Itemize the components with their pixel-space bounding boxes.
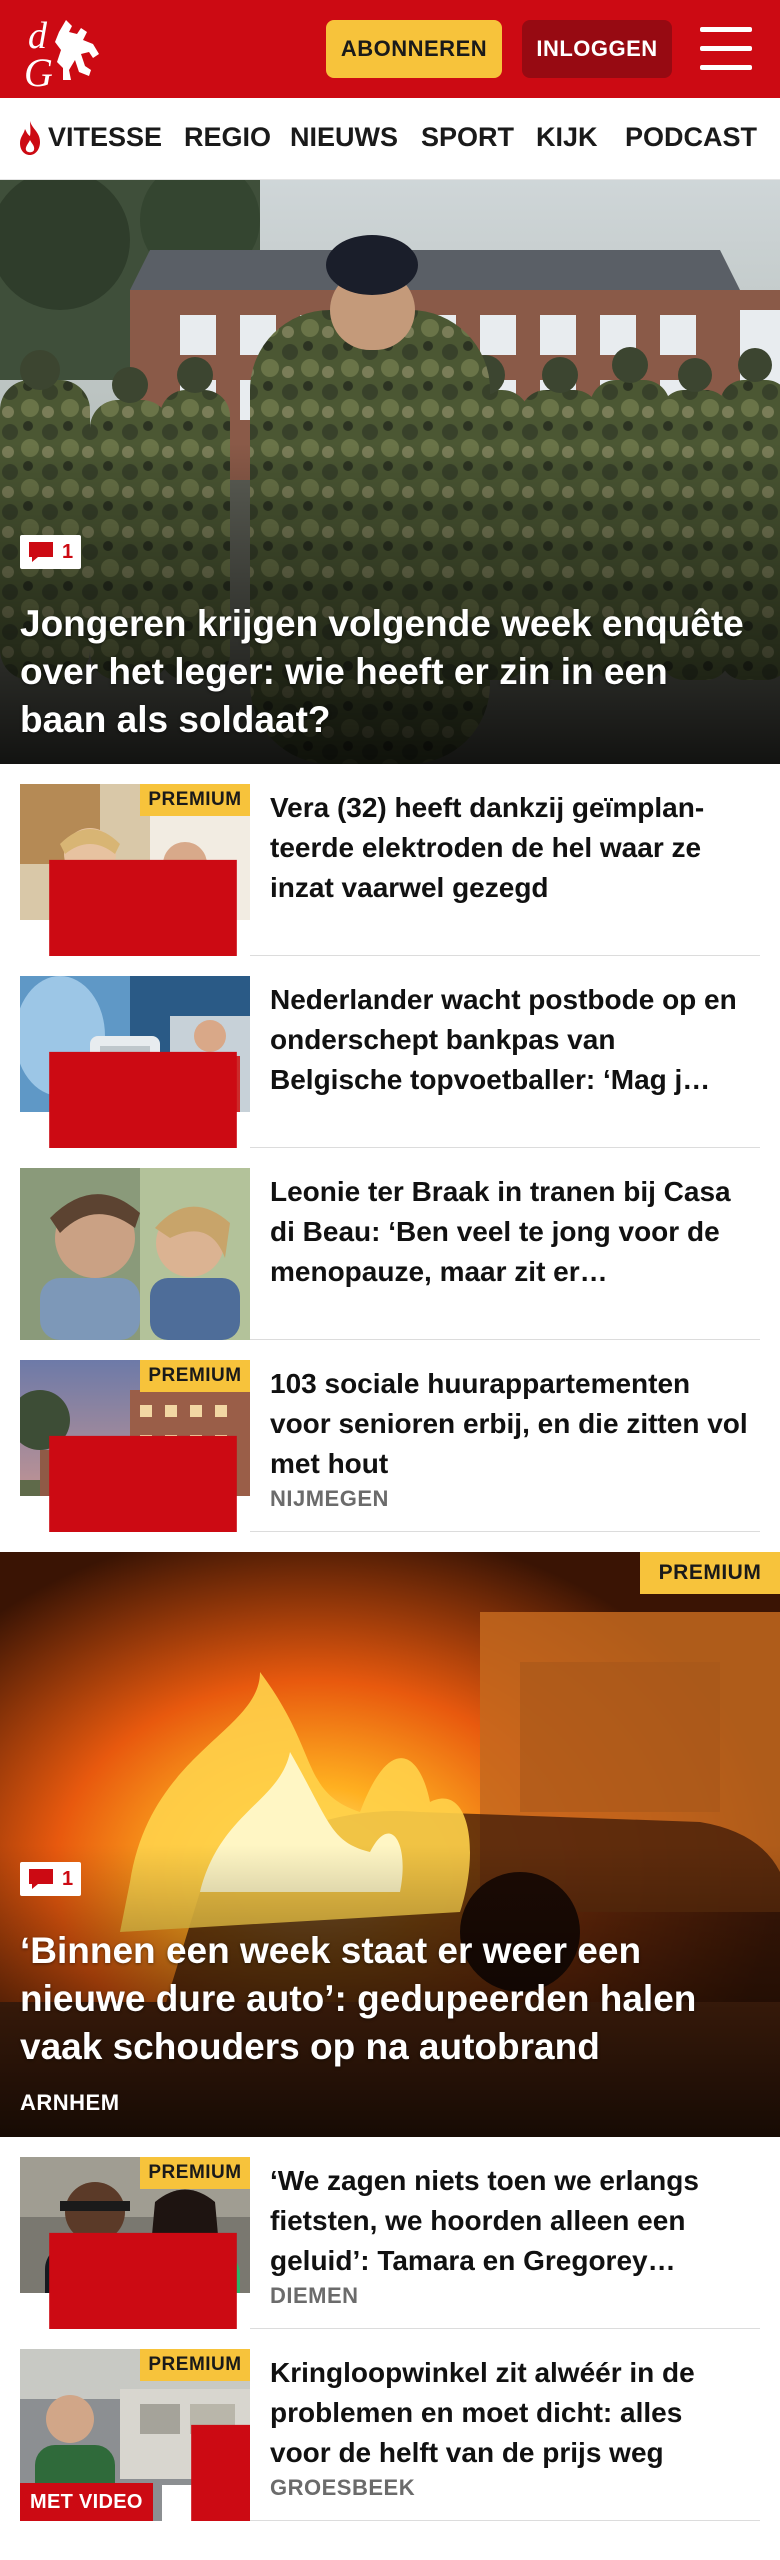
comment-icon [49, 1051, 237, 1148]
article-region: ARNHEM [20, 2090, 120, 2115]
premium-badge: PREMIUM [140, 1360, 250, 1392]
article-headline[interactable]: ‘We zagen niets toen we erlangs fietsten… [270, 2161, 750, 2281]
premium-badge: PREMIUM [140, 2157, 250, 2189]
article-headline[interactable]: Leonie ter Braak in tranen bij Casa di B… [270, 1172, 750, 1292]
list-item[interactable]: PREMIUM Vera (32) heeft dankzij geïmplan… [20, 784, 760, 956]
article-headline[interactable]: 103 sociale huurappartementen voor senio… [270, 1364, 750, 1484]
article-thumbnail [20, 1168, 250, 1340]
article-region: GROESBEEK [270, 2475, 416, 2500]
list-item[interactable]: PREMIUM MET VIDEO 1 Kringloopwinkel zit … [20, 2349, 760, 2521]
article-headline[interactable]: Vera (32) heeft dankzij geïmplan­teerde … [270, 788, 750, 908]
list-item[interactable]: 1 Nederlander wacht postbode op en onder… [20, 976, 760, 1148]
comment-count: 1 [62, 540, 74, 563]
nav-item-kijk[interactable]: KIJK [536, 122, 598, 153]
hero-headline[interactable]: Jongeren krijgen volgende week enquête o… [20, 600, 760, 744]
article-region: NIJMEGEN [270, 1486, 389, 1511]
comment-icon [29, 542, 53, 562]
subscribe-button[interactable]: ABONNEREN [326, 20, 502, 78]
video-badge[interactable]: MET VIDEO [20, 2483, 153, 2521]
nav-item-podcast[interactable]: PODCAST [625, 122, 757, 153]
comment-icon [49, 2232, 237, 2329]
comment-count-badge[interactable]: 1 [20, 1862, 82, 1896]
article-thumbnail: PREMIUM [20, 2157, 250, 2329]
svg-text:G: G [24, 50, 53, 90]
section-nav: VITESSE REGIO NIEUWS SPORT KIJK PODCAST [0, 98, 780, 180]
hero-article-army[interactable]: 1 Jongeren krijgen volgende week enquête… [0, 180, 780, 764]
article-headline[interactable]: Nederlander wacht postbode op en ondersc… [270, 980, 750, 1100]
article-thumbnail: PREMIUM MET VIDEO 1 [20, 2349, 250, 2521]
comment-icon [49, 859, 237, 956]
comment-count-badge[interactable]: 1 [20, 1051, 250, 1148]
comment-icon [49, 1435, 237, 1532]
comment-icon [29, 1869, 53, 1889]
list-item[interactable]: PREMIUM 103 sociale huurappartementen vo… [20, 1360, 760, 1532]
comment-count: 1 [62, 1867, 74, 1890]
site-header: d G ABONNEREN INLOGGEN [0, 0, 780, 98]
premium-badge: PREMIUM [140, 2349, 250, 2381]
comment-icon [191, 2424, 250, 2521]
comment-count-badge[interactable] [20, 859, 250, 956]
hero-article-car-fire[interactable]: PREMIUM 1 ‘Binnen een week staat er weer… [0, 1552, 780, 2137]
comment-count-badge[interactable]: 1 [162, 2424, 250, 2521]
nav-item-nieuws[interactable]: NIEUWS [290, 122, 398, 153]
list-item[interactable]: Leonie ter Braak in tranen bij Casa di B… [20, 1168, 760, 1340]
article-thumbnail: 1 [20, 976, 250, 1148]
article-thumbnail: PREMIUM [20, 784, 250, 956]
premium-badge: PREMIUM [640, 1552, 780, 1594]
menu-icon[interactable] [700, 27, 752, 71]
article-thumbnail: PREMIUM [20, 1360, 250, 1532]
thumbnail-image [20, 1168, 250, 1340]
comment-count-badge[interactable] [20, 1435, 250, 1532]
dg-logo[interactable]: d G [20, 10, 120, 90]
login-button[interactable]: INLOGGEN [522, 20, 672, 78]
article-headline[interactable]: Kringloopwinkel zit alwéér in de problem… [270, 2353, 750, 2473]
nav-item-regio[interactable]: REGIO [184, 122, 271, 153]
comment-count-badge[interactable]: 1 [20, 535, 82, 569]
comment-count-badge[interactable] [20, 2232, 250, 2329]
nav-item-sport[interactable]: SPORT [421, 122, 514, 153]
flame-icon [20, 121, 40, 155]
article-region: DIEMEN [270, 2283, 359, 2308]
premium-badge: PREMIUM [140, 784, 250, 816]
list-item[interactable]: PREMIUM ‘We zagen niets toen we erlangs … [20, 2157, 760, 2329]
nav-item-vitesse[interactable]: VITESSE [48, 122, 162, 153]
hero-headline[interactable]: ‘Binnen een week staat er weer een nieuw… [20, 1927, 760, 2071]
